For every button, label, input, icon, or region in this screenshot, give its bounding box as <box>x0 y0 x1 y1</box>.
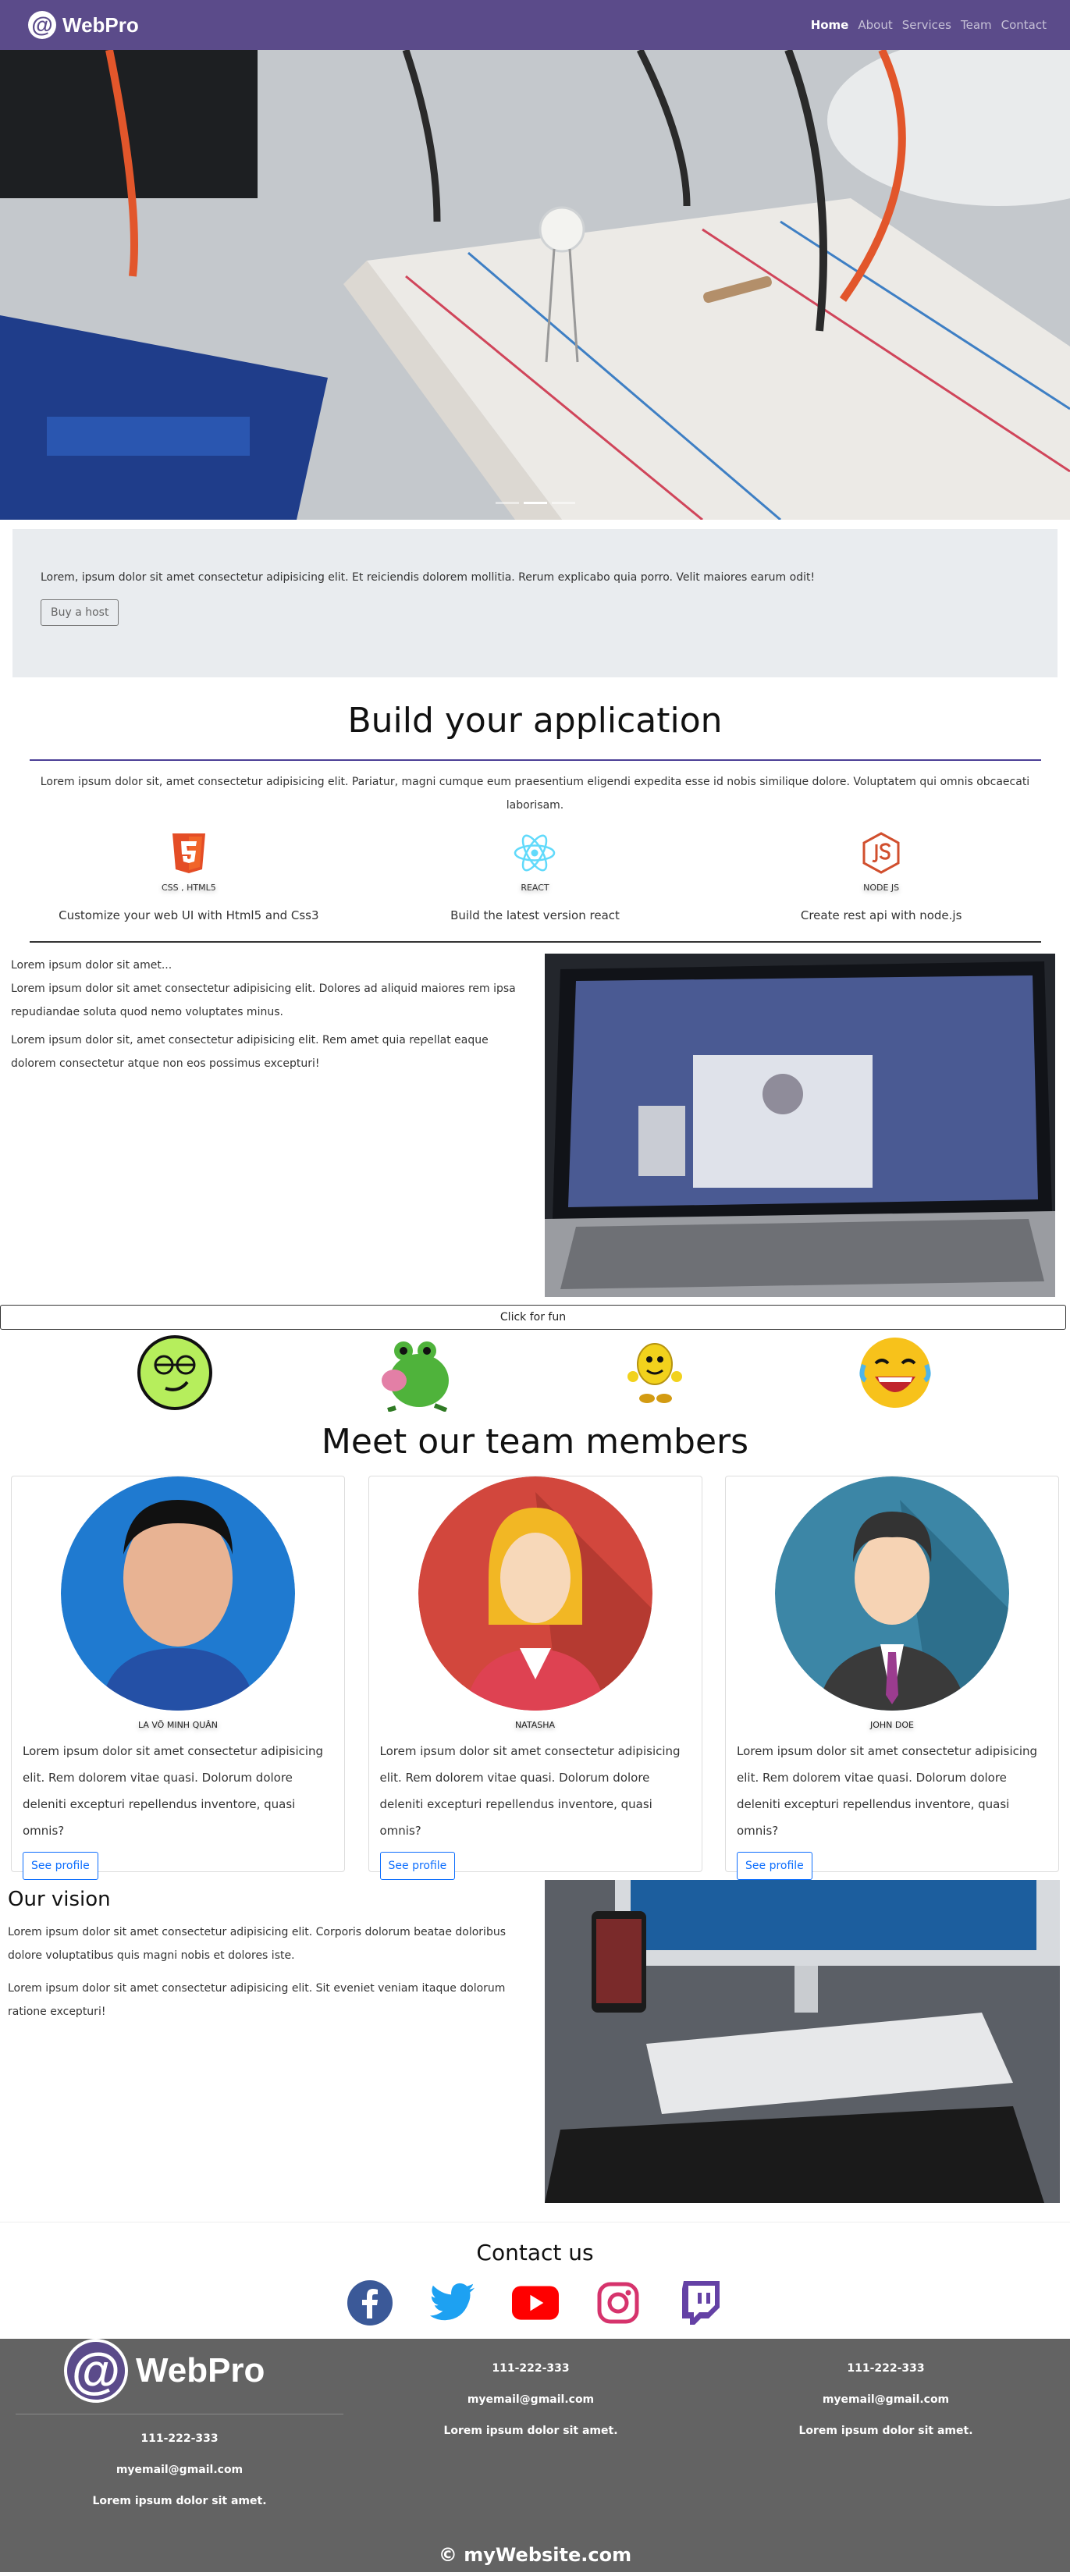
feature-desc: Build the latest version react <box>450 908 620 922</box>
vision-title: Our vision <box>8 1888 111 1911</box>
carousel-indicators <box>0 502 1070 504</box>
footer-phone: 111-222-333 <box>140 2432 219 2445</box>
divider <box>29 941 1041 943</box>
feature-react: REACT Build the latest version react <box>371 831 699 922</box>
vision-paragraph: Lorem ipsum dolor sit amet consectetur a… <box>8 1926 506 1962</box>
nav-link-team[interactable]: Team <box>961 18 992 32</box>
team-card: NATASHA Lorem ipsum dolor sit amet conse… <box>368 1476 702 1880</box>
member-bio: Lorem ipsum dolor sit amet consectetur a… <box>379 1744 681 1838</box>
desk-setup-image <box>545 1880 1060 2203</box>
nav-link-services[interactable]: Services <box>902 18 951 32</box>
carousel-indicator[interactable] <box>551 502 575 504</box>
feature-desc: Customize your web UI with Html5 and Css… <box>59 908 319 922</box>
copyright: © myWebsite.com <box>0 2544 1070 2566</box>
html5-icon <box>167 831 211 875</box>
footer-address: Lorem ipsum dolor sit amet. <box>443 2425 618 2437</box>
vision-paragraph: Lorem ipsum dolor sit amet consectetur a… <box>8 1982 506 2018</box>
team-card: LA VÕ MINH QUÂN Lorem ipsum dolor sit am… <box>11 1476 345 1880</box>
build-title: Build your application <box>347 701 723 741</box>
about-paragraph: Lorem ipsum dolor sit, amet consectetur … <box>11 1034 489 1070</box>
about-paragraph: Lorem ipsum dolor sit amet... <box>11 959 172 972</box>
nodejs-icon <box>859 831 903 875</box>
emoji-row <box>0 1330 1070 1416</box>
about-text: Lorem ipsum dolor sit amet... Lorem ipsu… <box>11 954 532 1297</box>
footer-contact-col-2: 111-222-333 myemail@gmail.com Lorem ipsu… <box>382 2362 679 2456</box>
member-name: JOHN DOE <box>870 1720 914 1730</box>
divider <box>29 759 1041 761</box>
contact-section: Contact us <box>0 2222 1070 2326</box>
carousel-indicator-active[interactable] <box>523 502 547 504</box>
at-logo-icon: @ <box>28 11 56 39</box>
see-profile-button[interactable]: See profile <box>23 1852 98 1880</box>
see-profile-button[interactable]: See profile <box>737 1852 812 1880</box>
jumbotron: Lorem, ipsum dolor sit amet consectetur … <box>12 529 1058 677</box>
at-logo-icon: @ <box>64 2339 128 2403</box>
carousel-indicator[interactable] <box>495 502 519 504</box>
footer-phone: 111-222-333 <box>847 2362 925 2375</box>
feature-nodejs: NODE JS Create rest api with node.js <box>717 831 1045 922</box>
social-links <box>0 2279 1070 2326</box>
hero-image <box>0 50 1070 520</box>
member-name: NATASHA <box>514 1720 556 1730</box>
brand-name: WebPro <box>62 12 139 37</box>
footer-brand[interactable]: @ WebPro <box>64 2339 265 2403</box>
buy-host-button[interactable]: Buy a host <box>41 599 119 626</box>
avatar <box>775 1476 1009 1711</box>
instagram-icon[interactable] <box>595 2279 642 2326</box>
see-profile-button[interactable]: See profile <box>379 1852 456 1880</box>
footer-email[interactable]: myemail@gmail.com <box>31 2464 328 2476</box>
feature-label: NODE JS <box>863 883 900 893</box>
vision-text: Our vision Lorem ipsum dolor sit amet co… <box>8 1880 539 2203</box>
click-for-fun-button[interactable]: Click for fun <box>0 1305 1066 1330</box>
team-cards: LA VÕ MINH QUÂN Lorem ipsum dolor sit am… <box>0 1476 1070 1880</box>
nav-link-contact[interactable]: Contact <box>1001 18 1047 32</box>
nav-link-home[interactable]: Home <box>811 18 849 32</box>
footer: @ WebPro 111-222-333 myemail@gmail.com L… <box>0 2339 1070 2572</box>
footer-phone: 111-222-333 <box>492 2362 570 2375</box>
team-title: Meet our team members <box>321 1422 749 1462</box>
feature-label: REACT <box>521 883 549 893</box>
feature-desc: Create rest api with node.js <box>800 908 962 922</box>
footer-contact-col-3: 111-222-333 myemail@gmail.com Lorem ipsu… <box>738 2362 1034 2456</box>
facebook-icon[interactable] <box>347 2279 393 2326</box>
footer-address: Lorem ipsum dolor sit amet. <box>798 2425 973 2437</box>
about-paragraph: Lorem ipsum dolor sit amet consectetur a… <box>11 982 516 1018</box>
thumbs-up-emoji-icon <box>612 1330 698 1416</box>
navbar: @ WebPro Home About Services Team Contac… <box>0 0 1070 50</box>
hero-carousel[interactable] <box>0 50 1070 520</box>
laughing-emoji-icon <box>852 1330 938 1416</box>
jumbotron-text: Lorem, ipsum dolor sit amet consectetur … <box>41 571 816 584</box>
copyright-text: myWebsite.com <box>464 2544 632 2566</box>
react-icon <box>513 831 556 875</box>
nav-links: Home About Services Team Contact <box>811 18 1047 32</box>
nerd-emoji-icon <box>132 1330 218 1416</box>
copyright-icon: © <box>438 2544 457 2566</box>
laptop-image <box>545 954 1055 1297</box>
member-bio: Lorem ipsum dolor sit amet consectetur a… <box>23 1744 324 1838</box>
footer-address: Lorem ipsum dolor sit amet. <box>92 2495 267 2507</box>
vision-section: Our vision Lorem ipsum dolor sit amet co… <box>0 1880 1070 2203</box>
navbar-brand[interactable]: @ WebPro <box>28 11 139 39</box>
contact-title: Contact us <box>476 2240 594 2265</box>
avatar <box>61 1476 295 1711</box>
feature-html-css: CSS , HTML5 Customize your web UI with H… <box>25 831 353 922</box>
member-bio: Lorem ipsum dolor sit amet consectetur a… <box>737 1744 1038 1838</box>
member-name: LA VÕ MINH QUÂN <box>137 1720 219 1730</box>
build-text: Lorem ipsum dolor sit, amet consectetur … <box>40 776 1030 812</box>
page: @ WebPro Home About Services Team Contac… <box>0 0 1070 2576</box>
feature-label: CSS , HTML5 <box>161 883 216 893</box>
frog-emoji-icon <box>372 1330 458 1416</box>
nav-link-about[interactable]: About <box>858 18 892 32</box>
youtube-icon[interactable] <box>511 2279 559 2326</box>
team-card: JOHN DOE Lorem ipsum dolor sit amet cons… <box>725 1476 1059 1880</box>
avatar <box>418 1476 652 1711</box>
footer-email[interactable]: myemail@gmail.com <box>738 2393 1034 2406</box>
twitter-icon[interactable] <box>429 2279 476 2326</box>
footer-email[interactable]: myemail@gmail.com <box>382 2393 679 2406</box>
twitch-icon[interactable] <box>677 2279 724 2326</box>
footer-brand-name: WebPro <box>136 2351 265 2389</box>
footer-contact-col-1: 111-222-333 myemail@gmail.com Lorem ipsu… <box>31 2432 328 2526</box>
features: CSS , HTML5 Customize your web UI with H… <box>0 831 1070 922</box>
about-section: Lorem ipsum dolor sit amet... Lorem ipsu… <box>0 954 1070 1297</box>
